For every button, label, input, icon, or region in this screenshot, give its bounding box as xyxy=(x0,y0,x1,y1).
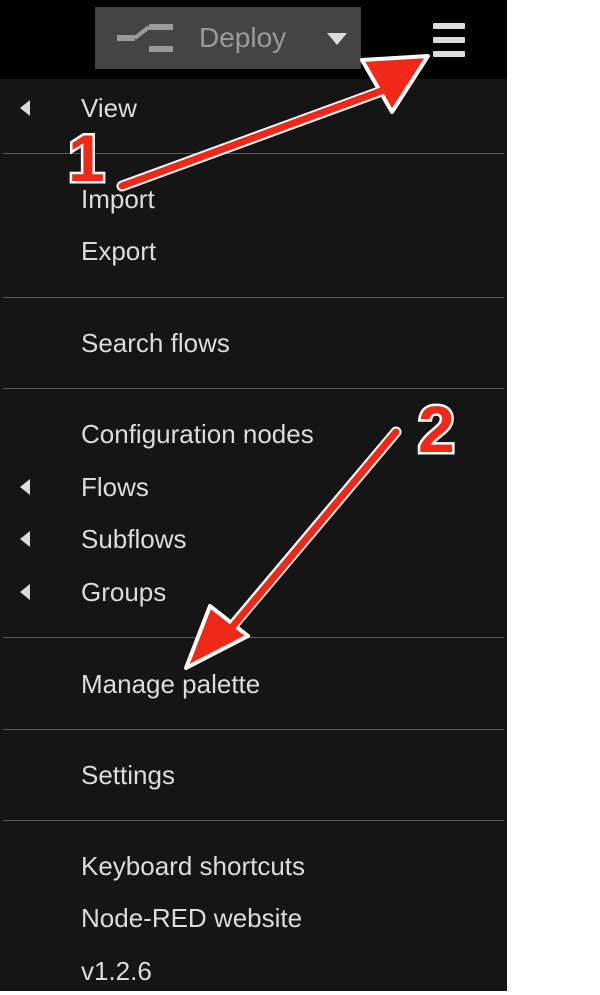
main-menu-dropdown: View Import Export Search flows Configur… xyxy=(0,79,507,991)
menu-item-import[interactable]: Import xyxy=(0,175,507,223)
menu-item-label: Export xyxy=(81,236,157,266)
caret-left-icon xyxy=(20,584,30,600)
menu-divider xyxy=(3,388,504,389)
menu-item-flows[interactable]: Flows xyxy=(0,463,507,511)
menu-item-node-red-website[interactable]: Node-RED website xyxy=(0,894,507,942)
menu-item-label: Keyboard shortcuts xyxy=(81,851,306,881)
menu-item-label: View xyxy=(81,93,137,123)
menu-item-label: Import xyxy=(81,184,155,214)
menu-item-groups[interactable]: Groups xyxy=(0,568,507,616)
caret-left-icon xyxy=(20,479,30,495)
caret-left-icon xyxy=(20,531,30,547)
menu-item-export[interactable]: Export xyxy=(0,227,507,275)
menu-item-label: Manage palette xyxy=(81,669,261,699)
menu-item-subflows[interactable]: Subflows xyxy=(0,515,507,563)
menu-item-label: Flows xyxy=(81,472,149,502)
header-toolbar: Deploy xyxy=(0,0,507,79)
menu-item-label: Groups xyxy=(81,577,167,607)
deploy-label: Deploy xyxy=(199,22,287,53)
deploy-flow-icon xyxy=(117,24,173,52)
menu-item-view[interactable]: View xyxy=(0,84,507,132)
menu-item-search-flows[interactable]: Search flows xyxy=(0,319,507,367)
caret-down-icon[interactable] xyxy=(327,33,347,45)
deploy-button[interactable]: Deploy xyxy=(95,7,361,69)
menu-item-manage-palette[interactable]: Manage palette xyxy=(0,660,507,708)
hamburger-menu-icon[interactable] xyxy=(429,20,469,60)
version-label: v1.2.6 xyxy=(81,956,152,986)
menu-item-label: Search flows xyxy=(81,328,230,358)
menu-item-configuration-nodes[interactable]: Configuration nodes xyxy=(0,410,507,458)
menu-item-settings[interactable]: Settings xyxy=(0,751,507,799)
menu-divider xyxy=(3,297,504,298)
menu-item-label: Configuration nodes xyxy=(81,419,314,449)
menu-divider xyxy=(3,637,504,638)
menu-divider xyxy=(3,820,504,821)
menu-item-label: Subflows xyxy=(81,524,187,554)
menu-item-label: Settings xyxy=(81,760,175,790)
caret-left-icon xyxy=(20,100,30,116)
menu-divider xyxy=(3,729,504,730)
menu-divider xyxy=(3,153,504,154)
menu-item-version: v1.2.6 xyxy=(0,947,507,995)
menu-item-label: Node-RED website xyxy=(81,903,303,933)
menu-item-keyboard-shortcuts[interactable]: Keyboard shortcuts xyxy=(0,842,507,890)
